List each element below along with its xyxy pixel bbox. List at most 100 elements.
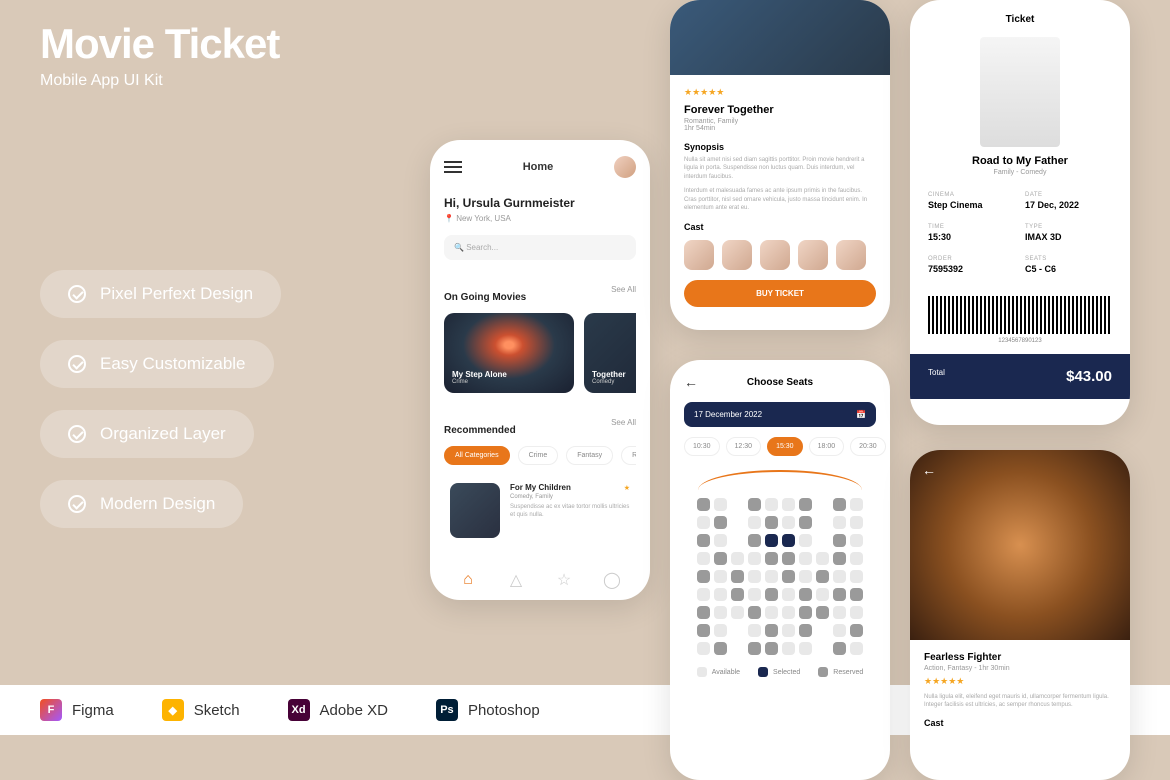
see-all-link[interactable]: See All xyxy=(611,285,636,294)
seat[interactable] xyxy=(782,498,795,511)
seat[interactable] xyxy=(782,552,795,565)
seat[interactable] xyxy=(782,606,795,619)
back-icon[interactable]: ← xyxy=(684,374,698,390)
seat[interactable] xyxy=(748,498,761,511)
seat[interactable] xyxy=(714,570,727,583)
seat[interactable] xyxy=(765,642,778,655)
seat[interactable] xyxy=(697,516,710,529)
seat[interactable] xyxy=(850,498,863,511)
seat[interactable] xyxy=(697,606,710,619)
seat[interactable] xyxy=(833,516,846,529)
seat[interactable] xyxy=(714,516,727,529)
category-chip[interactable]: Crime xyxy=(518,446,559,465)
time-chip[interactable]: 15:30 xyxy=(767,437,803,456)
seat[interactable] xyxy=(748,606,761,619)
seat[interactable] xyxy=(816,588,829,601)
seat[interactable] xyxy=(748,588,761,601)
seat[interactable] xyxy=(799,642,812,655)
cast-avatar[interactable] xyxy=(798,240,828,270)
seat[interactable] xyxy=(697,552,710,565)
seat[interactable] xyxy=(714,552,727,565)
home-icon[interactable]: ⌂ xyxy=(460,572,476,588)
seat[interactable] xyxy=(731,570,744,583)
cast-avatar[interactable] xyxy=(722,240,752,270)
seat[interactable] xyxy=(697,570,710,583)
seat[interactable] xyxy=(833,534,846,547)
seat[interactable] xyxy=(833,642,846,655)
seat[interactable] xyxy=(833,570,846,583)
avatar[interactable] xyxy=(614,156,636,178)
menu-icon[interactable] xyxy=(444,166,462,168)
seat[interactable] xyxy=(748,552,761,565)
recommended-card[interactable]: For My Children★ Comedy, Family Suspendi… xyxy=(444,477,636,544)
seat[interactable] xyxy=(748,624,761,637)
category-chip[interactable]: All Categories xyxy=(444,446,510,465)
time-chip[interactable]: 18:00 xyxy=(809,437,845,456)
seat[interactable] xyxy=(850,642,863,655)
seat[interactable] xyxy=(816,606,829,619)
seat[interactable] xyxy=(816,552,829,565)
movie-card[interactable]: My Step AloneCrime xyxy=(444,313,574,393)
seat[interactable] xyxy=(714,642,727,655)
search-input[interactable]: 🔍 Search... xyxy=(444,235,636,260)
seat[interactable] xyxy=(782,624,795,637)
seat[interactable] xyxy=(765,588,778,601)
seat[interactable] xyxy=(714,606,727,619)
cast-avatar[interactable] xyxy=(760,240,790,270)
seat[interactable] xyxy=(765,498,778,511)
seat[interactable] xyxy=(782,642,795,655)
seat[interactable] xyxy=(731,552,744,565)
seat[interactable] xyxy=(765,552,778,565)
seat[interactable] xyxy=(697,534,710,547)
seat[interactable] xyxy=(833,552,846,565)
seat[interactable] xyxy=(850,516,863,529)
seat[interactable] xyxy=(850,588,863,601)
seat[interactable] xyxy=(782,570,795,583)
seat[interactable] xyxy=(714,588,727,601)
seat[interactable] xyxy=(850,534,863,547)
category-chip[interactable]: Romantic xyxy=(621,446,636,465)
back-icon[interactable]: ← xyxy=(922,462,936,478)
category-chip[interactable]: Fantasy xyxy=(566,446,613,465)
seat[interactable] xyxy=(697,498,710,511)
cast-avatar[interactable] xyxy=(836,240,866,270)
seat[interactable] xyxy=(714,498,727,511)
seat[interactable] xyxy=(748,642,761,655)
seat[interactable] xyxy=(697,588,710,601)
user-icon[interactable]: ◯ xyxy=(604,572,620,588)
seat[interactable] xyxy=(697,624,710,637)
seat[interactable] xyxy=(850,570,863,583)
seat[interactable] xyxy=(748,516,761,529)
movie-card[interactable]: TogetherComedy xyxy=(584,313,636,393)
seat[interactable] xyxy=(799,570,812,583)
seat[interactable] xyxy=(799,606,812,619)
seat[interactable] xyxy=(799,552,812,565)
seat[interactable] xyxy=(833,606,846,619)
seat[interactable] xyxy=(799,534,812,547)
seat[interactable] xyxy=(765,624,778,637)
star-icon[interactable]: ☆ xyxy=(556,572,572,588)
seat[interactable] xyxy=(765,606,778,619)
seat[interactable] xyxy=(731,606,744,619)
seat[interactable] xyxy=(765,516,778,529)
seat[interactable] xyxy=(850,552,863,565)
seat[interactable] xyxy=(782,534,795,547)
buy-ticket-button[interactable]: BUY TICKET xyxy=(684,280,876,307)
seat[interactable] xyxy=(714,534,727,547)
bag-icon[interactable]: △ xyxy=(508,572,524,588)
seat[interactable] xyxy=(799,516,812,529)
seat[interactable] xyxy=(833,498,846,511)
cast-avatar[interactable] xyxy=(684,240,714,270)
seat[interactable] xyxy=(765,534,778,547)
time-chip[interactable]: 12:30 xyxy=(726,437,762,456)
seat[interactable] xyxy=(833,588,846,601)
see-all-link[interactable]: See All xyxy=(611,418,636,427)
seat[interactable] xyxy=(765,570,778,583)
seat[interactable] xyxy=(799,624,812,637)
seat[interactable] xyxy=(782,588,795,601)
seat[interactable] xyxy=(850,606,863,619)
seat[interactable] xyxy=(850,624,863,637)
seat[interactable] xyxy=(833,624,846,637)
seat[interactable] xyxy=(697,642,710,655)
seat[interactable] xyxy=(782,516,795,529)
